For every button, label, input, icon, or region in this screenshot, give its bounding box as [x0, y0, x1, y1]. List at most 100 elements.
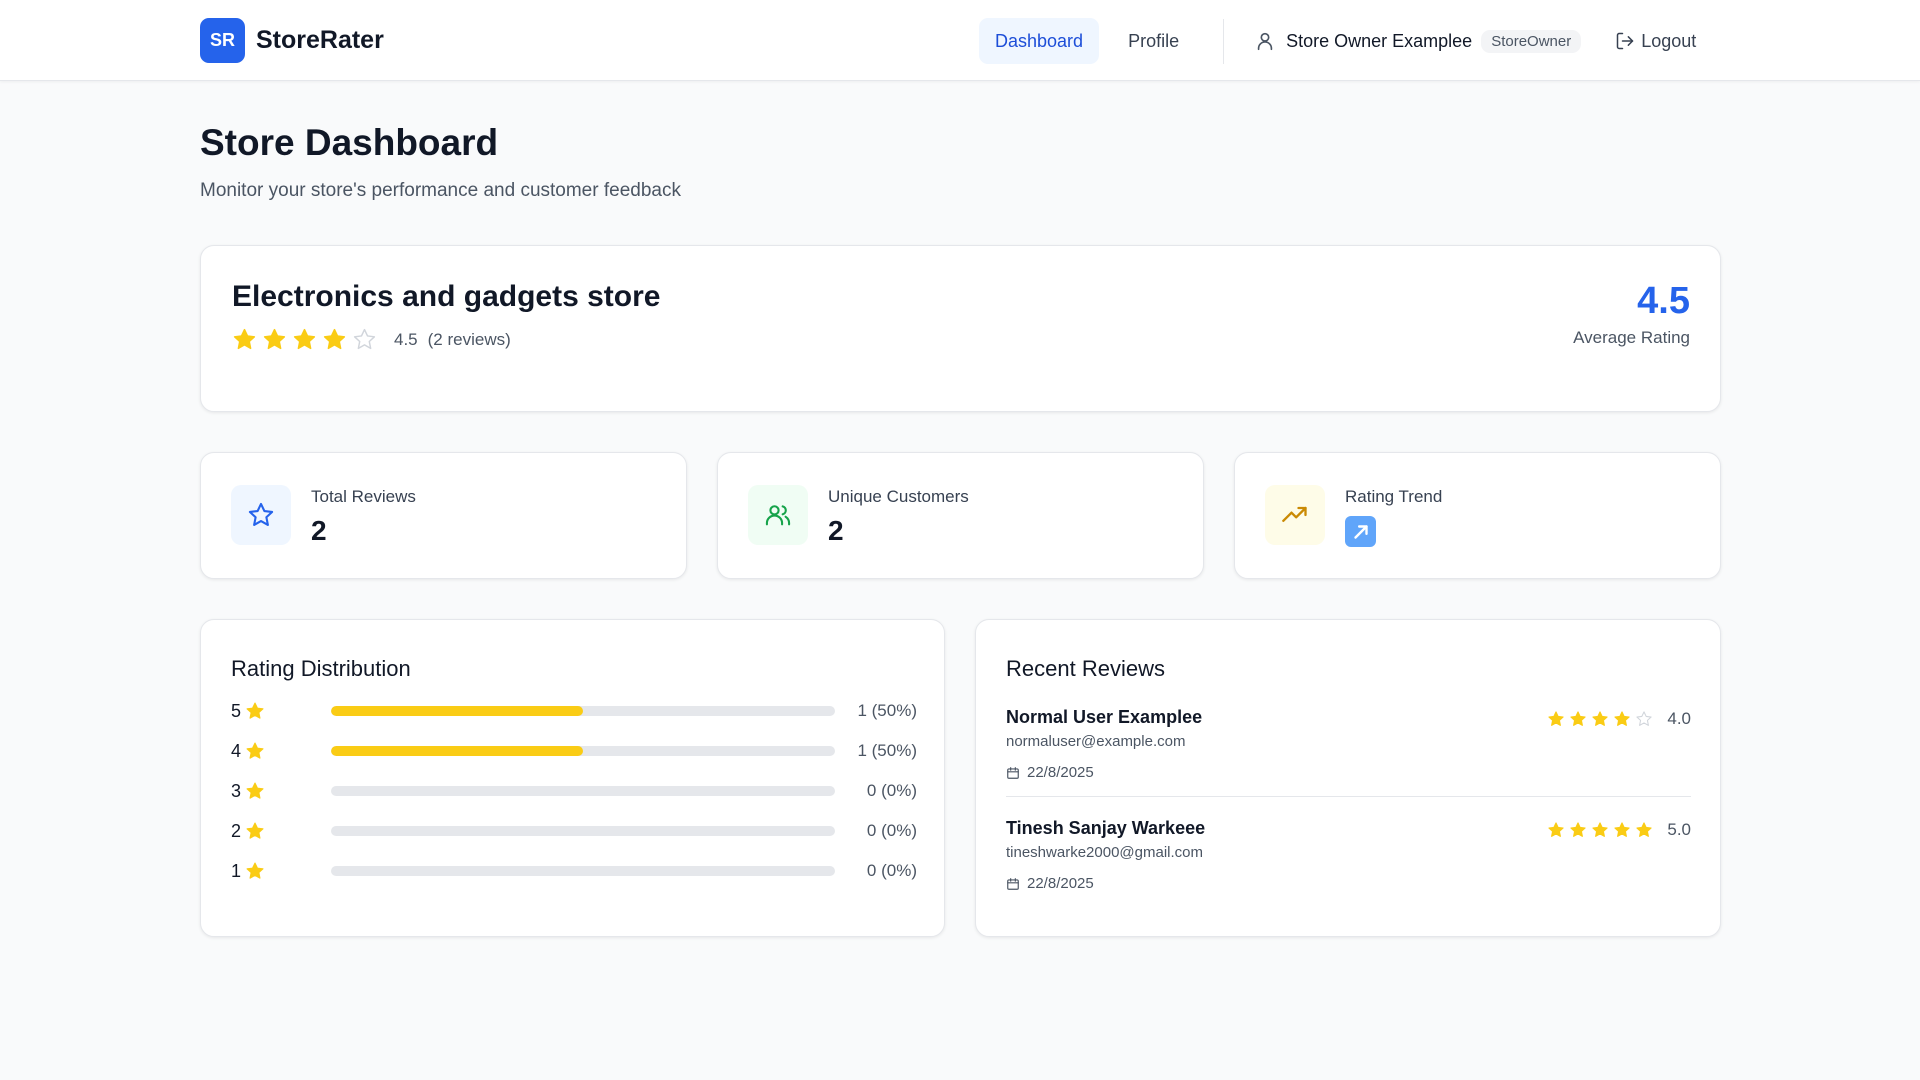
- distribution-row: 3 0 (0%): [231, 779, 917, 803]
- distribution-count: 0 (0%): [866, 781, 917, 800]
- stat-card-total-reviews: Total Reviews 2: [200, 452, 687, 579]
- star-empty-icon: [352, 327, 382, 352]
- distribution-star-label: 1: [231, 861, 331, 882]
- store-summary-card: Electronics and gadgets store 4.5 (2 rev…: [200, 245, 1721, 412]
- users-icon: [748, 485, 808, 545]
- star-filled-icon: [1569, 710, 1591, 728]
- section-title: Recent Reviews: [1006, 656, 1165, 681]
- distribution-star-label: 3: [231, 781, 331, 802]
- distribution-bar-track: [331, 866, 835, 876]
- distribution-count: 0 (0%): [866, 861, 917, 880]
- review-rating-value: 5.0: [1667, 820, 1691, 839]
- calendar-icon: [1007, 766, 1019, 779]
- review-date-text: 22/8/2025: [1027, 875, 1094, 892]
- store-rating-stars: [232, 327, 382, 352]
- star-filled-icon: [1591, 710, 1613, 728]
- star-filled-icon: [1569, 821, 1591, 839]
- star-filled-icon: [1591, 821, 1613, 839]
- stat-card-unique-customers: Unique Customers 2: [717, 452, 1204, 579]
- recent-reviews-card: Recent Reviews Normal User Examplee norm…: [975, 619, 1721, 937]
- distribution-count: 0 (0%): [866, 821, 917, 840]
- star-filled-icon: [292, 327, 322, 352]
- distribution-star-number: 4: [231, 740, 242, 761]
- distribution-row: 4 1 (50%): [231, 739, 917, 763]
- distribution-row: 5 1 (50%): [231, 699, 917, 723]
- stat-label: Total Reviews: [311, 487, 416, 506]
- store-rating-value: 4.5: [394, 329, 418, 349]
- star-filled-icon: [1613, 821, 1635, 839]
- trending-up-icon: [1265, 485, 1325, 545]
- distribution-row: 2 0 (0%): [231, 819, 917, 843]
- star-filled-icon: [241, 741, 265, 761]
- review-item: Tinesh Sanjay Warkeee tineshwarke2000@gm…: [1006, 818, 1691, 892]
- distribution-bar-fill: [331, 746, 583, 756]
- average-rating-block: 4.5 Average Rating: [1573, 282, 1690, 348]
- role-badge: StoreOwner: [1481, 29, 1582, 53]
- logout-button[interactable]: Logout: [1615, 31, 1696, 52]
- user-info: Store Owner Examplee StoreOwner: [1254, 29, 1582, 53]
- logout-icon: [1616, 32, 1634, 50]
- review-date-text: 22/8/2025: [1027, 764, 1094, 781]
- store-name: Electronics and gadgets store: [232, 280, 661, 313]
- star-icon: [231, 485, 291, 545]
- distribution-bar-track: [331, 786, 835, 796]
- average-rating-value: 4.5: [1637, 280, 1690, 322]
- star-filled-icon: [1635, 821, 1657, 839]
- star-filled-icon: [1613, 710, 1635, 728]
- distribution-star-number: 5: [231, 700, 242, 721]
- stat-label: Rating Trend: [1345, 487, 1443, 506]
- review-rating-value: 4.0: [1667, 709, 1691, 728]
- distribution-row: 1 0 (0%): [231, 859, 917, 883]
- trend-arrow-icon: [1345, 516, 1376, 547]
- stat-value: 2: [828, 515, 844, 546]
- nav-divider: [1223, 18, 1225, 64]
- star-filled-icon: [241, 861, 265, 881]
- user-icon: [1257, 32, 1273, 51]
- rating-distribution-card: Rating Distribution 5 1 (50%) 4 1 (50%) 3 0…: [200, 619, 945, 937]
- nav-dashboard[interactable]: Dashboard: [979, 18, 1100, 64]
- section-title: Rating Distribution: [231, 656, 411, 681]
- star-filled-icon: [232, 327, 262, 352]
- star-filled-icon: [241, 701, 265, 721]
- distribution-star-label: 5: [231, 701, 331, 722]
- calendar-icon: [1007, 877, 1019, 890]
- brand-name: StoreRater: [256, 26, 384, 54]
- top-navigation-bar: SR StoreRater Dashboard Profile Store Ow…: [0, 0, 1920, 81]
- distribution-bar-fill: [331, 706, 583, 716]
- distribution-star-label: 4: [231, 741, 331, 762]
- star-filled-icon: [1547, 821, 1569, 839]
- page-subtitle: Monitor your store's performance and cus…: [200, 180, 681, 201]
- review-date: 22/8/2025: [1006, 764, 1691, 781]
- star-filled-icon: [241, 781, 265, 801]
- main-nav: Dashboard Profile Store Owner Examplee S…: [979, 18, 1696, 64]
- stat-label: Unique Customers: [828, 487, 969, 506]
- star-filled-icon: [241, 821, 265, 841]
- review-rating-stars: [1547, 821, 1657, 839]
- review-rating: 5.0: [1547, 820, 1691, 840]
- nav-profile[interactable]: Profile: [1112, 18, 1195, 64]
- distribution-star-number: 3: [231, 780, 242, 801]
- star-filled-icon: [262, 327, 292, 352]
- page-title: Store Dashboard: [200, 122, 499, 163]
- user-name: Store Owner Examplee: [1286, 30, 1473, 51]
- review-item: Normal User Examplee normaluser@example.…: [1006, 707, 1691, 781]
- reviewer-email: tineshwarke2000@gmail.com: [1006, 844, 1203, 861]
- star-filled-icon: [1547, 710, 1569, 728]
- distribution-bar-track: [331, 746, 835, 756]
- store-review-count: (2 reviews): [427, 329, 511, 349]
- logout-label: Logout: [1641, 30, 1697, 51]
- brand[interactable]: SR StoreRater: [200, 18, 384, 63]
- review-date: 22/8/2025: [1006, 875, 1691, 892]
- star-filled-icon: [322, 327, 352, 352]
- review-rating-stars: [1547, 710, 1657, 728]
- average-rating-label: Average Rating: [1573, 328, 1690, 347]
- reviewer-email: normaluser@example.com: [1006, 733, 1186, 750]
- stat-value: 2: [311, 515, 327, 546]
- distribution-star-number: 2: [231, 820, 242, 841]
- stat-card-rating-trend: Rating Trend: [1234, 452, 1721, 579]
- store-rating-row: 4.5 (2 reviews): [232, 327, 511, 352]
- distribution-bar-track: [331, 826, 835, 836]
- distribution-count: 1 (50%): [857, 741, 917, 760]
- distribution-count: 1 (50%): [857, 701, 917, 720]
- distribution-bar-track: [331, 706, 835, 716]
